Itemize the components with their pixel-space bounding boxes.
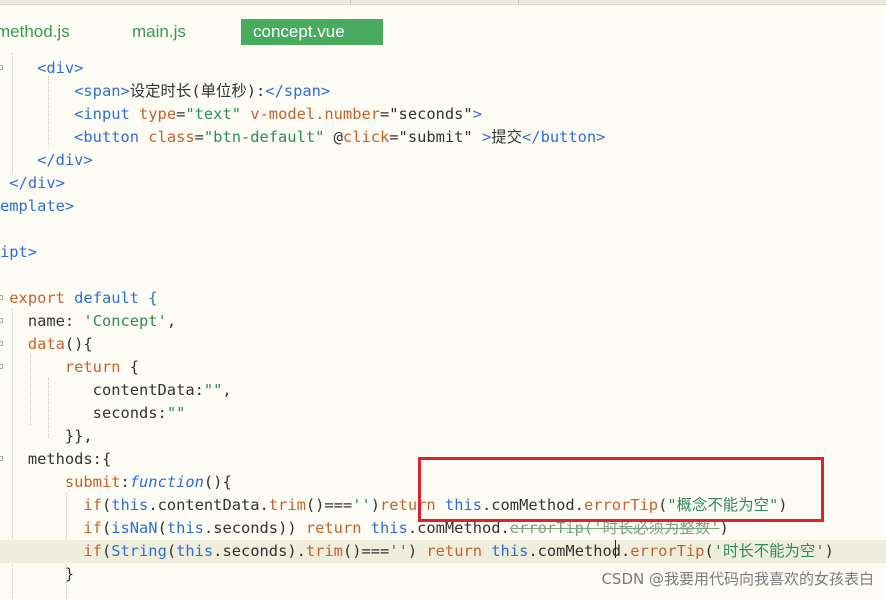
top-divider (350, 0, 351, 4)
watermark: CSDN @我要用代码向我喜欢的女孩表白 (601, 570, 874, 588)
code-line: if(this.contentData.trim()==='')return t… (83, 496, 788, 514)
code-line: contentData:"", (92, 381, 232, 399)
code-line: if(isNaN(this.seconds)) return this.comM… (83, 519, 729, 537)
text-cursor (615, 540, 616, 558)
code-line: <span>设定时长(单位秒):</span> (74, 82, 331, 100)
code-line: ipt> (0, 243, 38, 261)
code-line: </div> (9, 174, 65, 192)
code-line: methods:{ (27, 450, 112, 468)
code-line: submit:function(){ (64, 473, 232, 491)
editor-tab-bar: method.js main.js concept.vue (0, 5, 886, 53)
code-line: <div> (37, 59, 84, 77)
code-line: return { (64, 358, 140, 376)
code-line: name: 'Concept', (27, 312, 177, 330)
tab-method-js[interactable]: method.js (0, 19, 70, 45)
code-line: </div> (37, 151, 93, 169)
code-line: <button class="btn-default" @click="subm… (74, 128, 606, 146)
tab-concept-vue[interactable]: concept.vue (241, 19, 383, 45)
code-line: seconds:"" (92, 404, 186, 422)
top-divider (518, 0, 519, 4)
code-line: }}, (64, 427, 93, 445)
code-line: export default { (9, 289, 158, 307)
code-line: <input type="text" v-model.number="secon… (74, 105, 482, 123)
code-line-current: if(String(this.seconds).trim()==='') ret… (0, 540, 886, 563)
code-line: emplate> (0, 197, 75, 215)
code-line: data(){ (27, 335, 93, 353)
tab-main-js[interactable]: main.js (132, 19, 186, 45)
code-editor[interactable]: <div> <span>设定时长(单位秒):</span> <input typ… (0, 53, 886, 599)
